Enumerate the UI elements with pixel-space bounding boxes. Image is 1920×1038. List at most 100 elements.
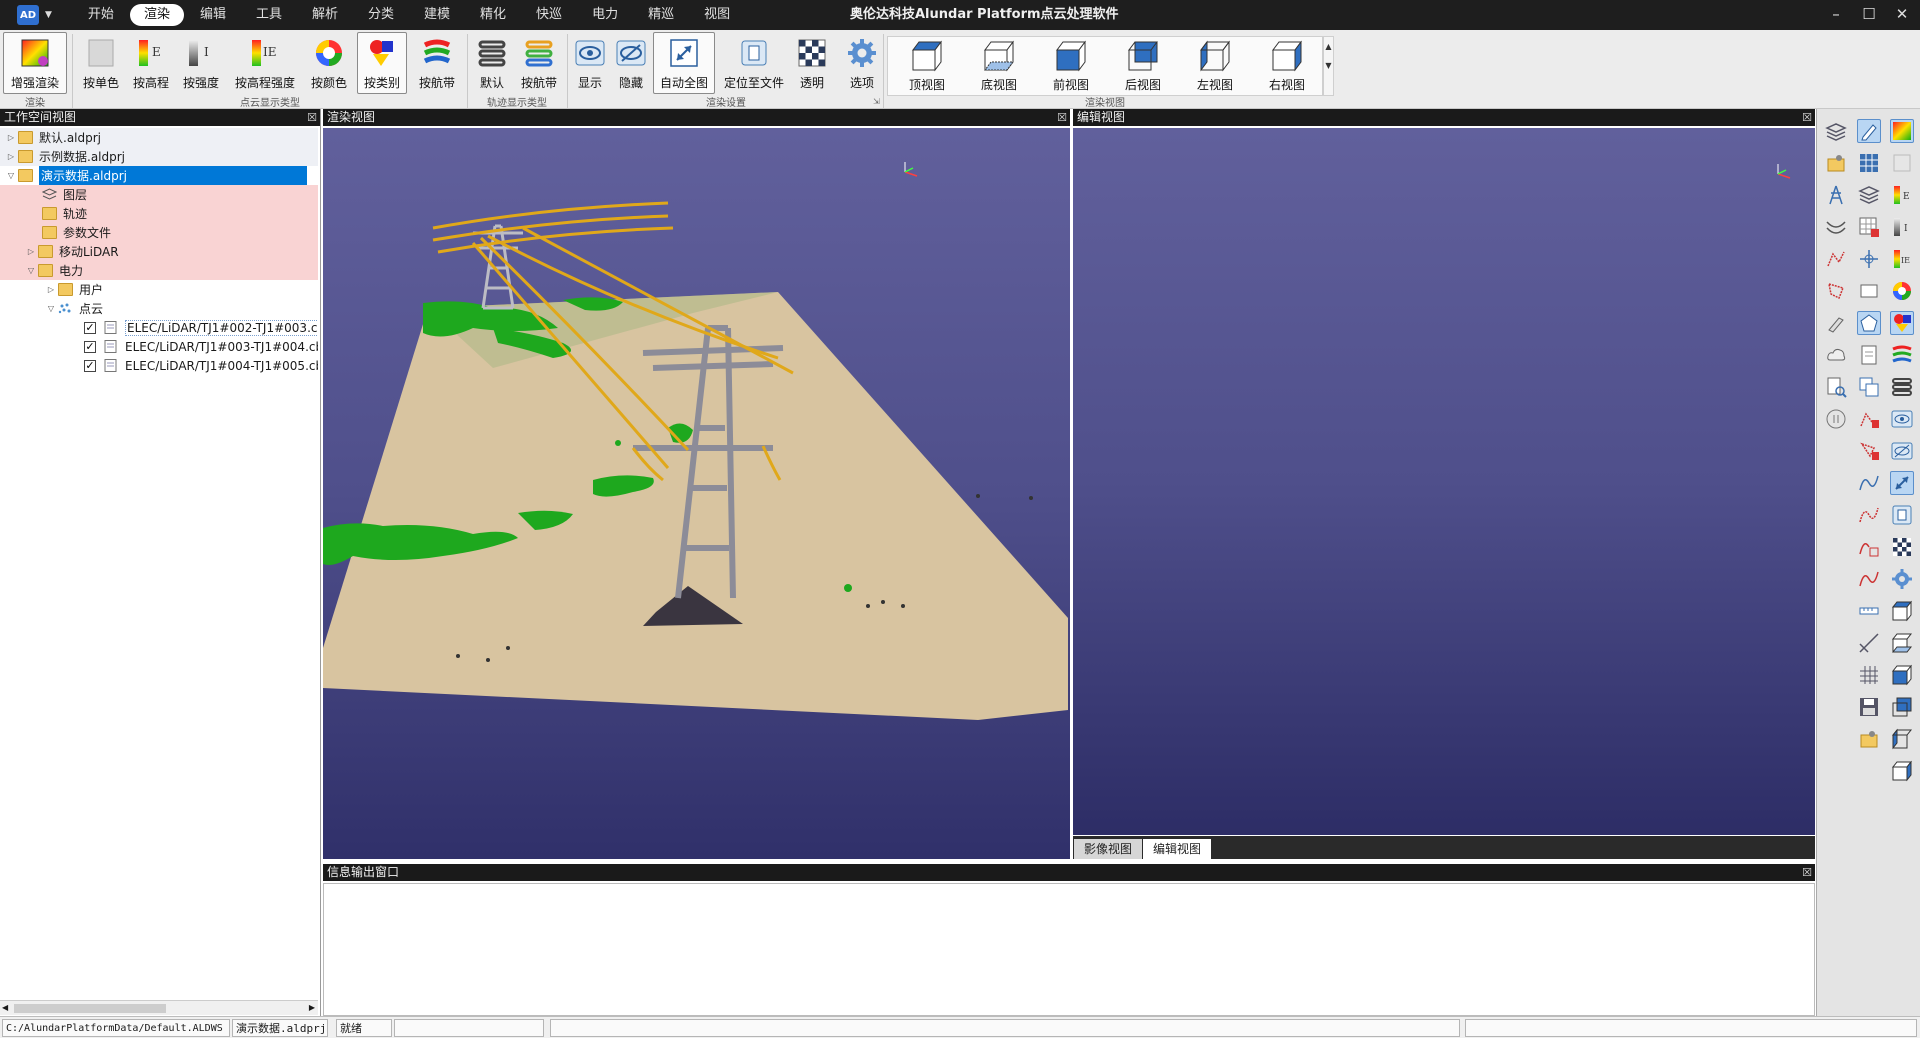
- close-icon[interactable]: ☒: [307, 109, 317, 126]
- back-view-button[interactable]: 后视图: [1112, 39, 1174, 95]
- close-icon[interactable]: ☒: [1057, 109, 1067, 126]
- quick-access-caret-icon[interactable]: ▼: [45, 10, 52, 20]
- scroll-up-icon[interactable]: ▲: [1324, 37, 1333, 56]
- flight-strip-button[interactable]: 按航带: [412, 32, 462, 94]
- visibility-checkbox[interactable]: ✓: [84, 340, 96, 353]
- rectangle-select-icon[interactable]: [1857, 279, 1881, 303]
- folder-export-icon[interactable]: [1857, 727, 1881, 751]
- tab-classify[interactable]: 分类: [354, 4, 408, 26]
- tree-item-sample-project[interactable]: ▷ 示例数据.aldprj: [0, 147, 318, 166]
- visibility-checkbox[interactable]: ✓: [84, 321, 96, 334]
- tab-modeling[interactable]: 建模: [410, 4, 464, 26]
- expand-icon[interactable]: ▷: [44, 285, 58, 294]
- layers-filter-icon[interactable]: [1857, 183, 1881, 207]
- tree-item-point-cloud[interactable]: ▽ 点云: [0, 299, 103, 318]
- tree-item-user[interactable]: ▷ 用户: [0, 280, 103, 299]
- render-viewport[interactable]: [323, 128, 1070, 859]
- single-color-button[interactable]: 按单色: [78, 32, 124, 94]
- locate-file-button[interactable]: 定位至文件: [718, 32, 790, 94]
- polygon-select-icon[interactable]: [1857, 311, 1881, 335]
- left-view-cube-icon[interactable]: [1890, 727, 1914, 751]
- ruler-icon[interactable]: [1857, 599, 1881, 623]
- select-polyline-icon[interactable]: [1824, 247, 1848, 271]
- layer-stack-icon[interactable]: [1824, 119, 1848, 143]
- output-log[interactable]: [323, 883, 1815, 1016]
- scrollbar-thumb[interactable]: [14, 1004, 166, 1013]
- tab-quick-patrol[interactable]: 快巡: [522, 4, 576, 26]
- brush-icon[interactable]: [1824, 311, 1848, 335]
- eye-icon[interactable]: [1890, 407, 1914, 431]
- collapse-icon[interactable]: ▽: [4, 171, 18, 180]
- zoom-extent-icon[interactable]: [1890, 471, 1914, 495]
- enhanced-render-icon[interactable]: [1890, 119, 1914, 143]
- curve-select-icon[interactable]: [1857, 535, 1881, 559]
- tower-icon[interactable]: [1824, 183, 1848, 207]
- tab-render[interactable]: 渲染: [129, 4, 184, 26]
- close-icon[interactable]: ☒: [1802, 109, 1812, 126]
- tree-item-file[interactable]: ✓ ELEC/LiDAR/TJ1#004-TJ1#005.cb: [0, 356, 318, 375]
- report-search-icon[interactable]: [1824, 375, 1848, 399]
- trajectory-strip-button[interactable]: 按航带: [516, 32, 562, 94]
- collapse-icon[interactable]: ▽: [44, 304, 58, 313]
- maximize-button[interactable]: ☐: [1851, 0, 1887, 30]
- hide-button[interactable]: 隐藏: [612, 32, 650, 94]
- scroll-left-icon[interactable]: ◀: [2, 1003, 8, 1012]
- grid-icon[interactable]: [1857, 663, 1881, 687]
- save-icon[interactable]: [1857, 695, 1881, 719]
- options-button[interactable]: 选项: [843, 32, 881, 94]
- transparency-checker-icon[interactable]: [1890, 535, 1914, 559]
- rgb-color-button[interactable]: 按颜色: [306, 32, 352, 94]
- tab-tools[interactable]: 工具: [242, 4, 296, 26]
- curve-delete-icon[interactable]: [1857, 567, 1881, 591]
- classification-button[interactable]: 按类别: [357, 32, 407, 94]
- top-view-cube-icon[interactable]: [1890, 599, 1914, 623]
- trajectory-default-button[interactable]: 默认: [472, 32, 512, 94]
- move-arrows-icon[interactable]: [1857, 247, 1881, 271]
- expand-icon[interactable]: ▷: [24, 247, 38, 256]
- elevation-intensity-button[interactable]: IE 按高程强度: [228, 32, 302, 94]
- tab-analysis[interactable]: 解析: [298, 4, 352, 26]
- tab-start[interactable]: 开始: [74, 4, 128, 26]
- copy-icon[interactable]: [1857, 375, 1881, 399]
- elevation-button[interactable]: E 按高程: [128, 32, 174, 94]
- classification-icon[interactable]: [1890, 311, 1914, 335]
- tree-item-power[interactable]: ▽ 电力: [0, 261, 318, 280]
- cloud-upload-icon[interactable]: [1824, 343, 1848, 367]
- polyline-delete-icon[interactable]: [1857, 407, 1881, 431]
- folder-open-icon[interactable]: [1824, 151, 1848, 175]
- close-icon[interactable]: ☒: [1802, 864, 1812, 881]
- tree-item-default-project[interactable]: ▷ 默认.aldprj: [0, 128, 318, 147]
- top-view-button[interactable]: 顶视图: [896, 39, 958, 95]
- tab-edit-view[interactable]: 编辑视图: [1143, 839, 1212, 859]
- tree-item-file[interactable]: ✓ ELEC/LiDAR/TJ1#003-TJ1#004.cb: [0, 337, 318, 356]
- tab-fine-patrol[interactable]: 精巡: [634, 4, 688, 26]
- trajectory-default-icon[interactable]: [1890, 375, 1914, 399]
- edit-pencil-icon[interactable]: [1857, 119, 1881, 143]
- tab-refine[interactable]: 精化: [466, 4, 520, 26]
- left-view-button[interactable]: 左视图: [1184, 39, 1246, 95]
- bottom-view-button[interactable]: 底视图: [968, 39, 1030, 95]
- gear-icon[interactable]: [1890, 567, 1914, 591]
- scroll-right-icon[interactable]: ▶: [309, 1003, 315, 1012]
- front-view-button[interactable]: 前视图: [1040, 39, 1102, 95]
- curve-edit-icon[interactable]: [1857, 503, 1881, 527]
- locate-file-icon[interactable]: [1890, 503, 1914, 527]
- tree-horizontal-scrollbar[interactable]: ◀ ▶: [0, 1000, 318, 1015]
- document-icon[interactable]: [1857, 343, 1881, 367]
- grid-delete-icon[interactable]: [1857, 215, 1881, 239]
- dialog-launcher-icon[interactable]: ⇲: [873, 97, 880, 106]
- slope-measure-icon[interactable]: [1857, 631, 1881, 655]
- elevation-intensity-icon[interactable]: IE: [1890, 247, 1914, 271]
- minimize-button[interactable]: –: [1818, 0, 1854, 30]
- tree-item-file[interactable]: ✓ ELEC/LiDAR/TJ1#002-TJ1#003.cb: [0, 318, 318, 337]
- tab-image-view[interactable]: 影像视图: [1074, 839, 1143, 859]
- enhanced-render-button[interactable]: 增强渲染: [3, 32, 67, 94]
- tree-item-mobile-lidar[interactable]: ▷ 移动LiDAR: [0, 242, 318, 261]
- select-region-icon[interactable]: [1824, 279, 1848, 303]
- tree-item-layers[interactable]: 图层: [0, 185, 318, 204]
- tab-view[interactable]: 视图: [690, 4, 744, 26]
- right-view-button[interactable]: 右视图: [1256, 39, 1318, 95]
- edit-viewport[interactable]: [1073, 128, 1815, 835]
- collapse-icon[interactable]: ▽: [24, 266, 38, 275]
- intensity-button[interactable]: I 按强度: [178, 32, 224, 94]
